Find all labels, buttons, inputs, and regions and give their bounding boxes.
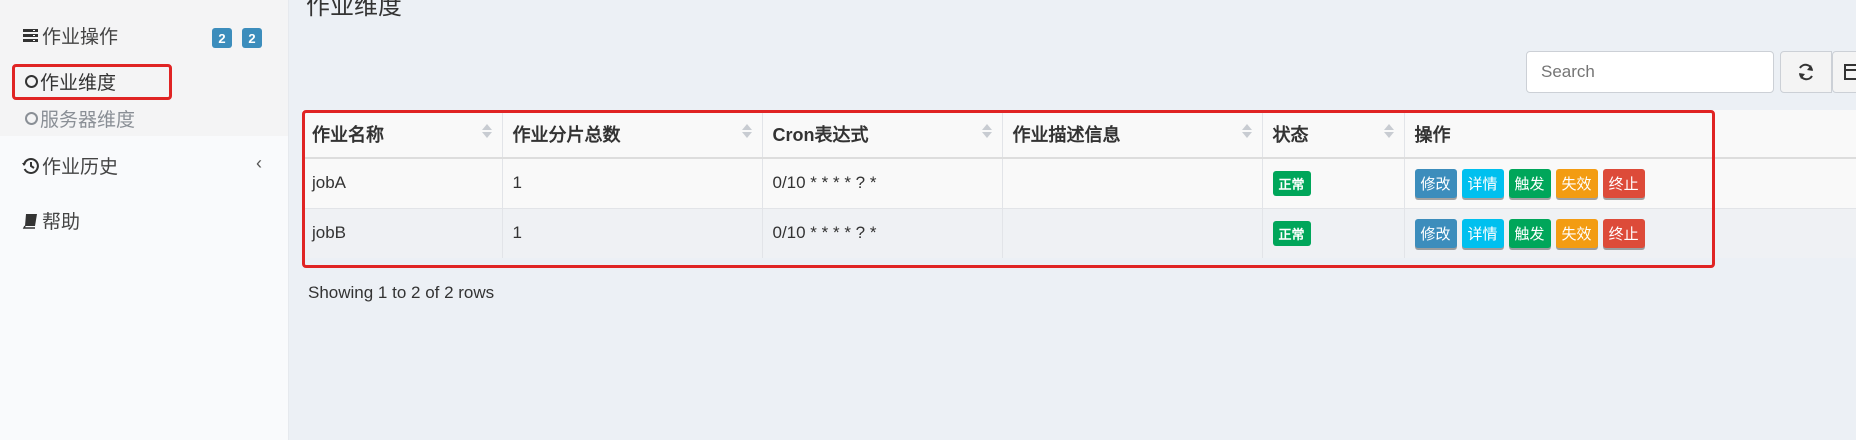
sidebar: 作业操作 2 2 作业维度 服务器维度 作业历史 ‹ 帮助 — [0, 0, 289, 440]
server-icon — [23, 28, 38, 42]
sidebar-item-job-ops[interactable]: 作业操作 — [22, 22, 118, 49]
sidebar-item-label: 服务器维度 — [40, 110, 136, 131]
sidebar-item-help[interactable]: 帮助 — [22, 207, 80, 234]
pagination-summary: Showing 1 to 2 of 2 rows — [308, 283, 495, 302]
page-title: 作业维度 — [306, 0, 402, 20]
circle-outline-icon — [25, 112, 38, 125]
sidebar-item-label: 作业历史 — [42, 157, 119, 178]
search-input[interactable] — [1526, 51, 1774, 93]
count-badge: 2 — [242, 28, 262, 48]
highlight-box — [302, 110, 1715, 268]
badge-group: 2 2 — [212, 28, 262, 48]
refresh-button[interactable] — [1780, 51, 1832, 93]
chevron-left-icon[interactable]: ‹ — [256, 153, 262, 174]
sidebar-item-label: 作业操作 — [42, 27, 119, 48]
columns-button[interactable] — [1832, 51, 1856, 93]
columns-icon — [1844, 64, 1856, 80]
history-icon — [22, 157, 39, 174]
sidebar-item-server-dimension[interactable]: 服务器维度 — [25, 105, 135, 132]
refresh-icon — [1799, 63, 1813, 81]
count-badge: 2 — [212, 28, 232, 48]
sidebar-item-label: 帮助 — [42, 212, 81, 233]
book-icon — [22, 213, 37, 229]
sidebar-item-job-history[interactable]: 作业历史 — [22, 152, 118, 179]
highlight-box — [12, 64, 172, 100]
